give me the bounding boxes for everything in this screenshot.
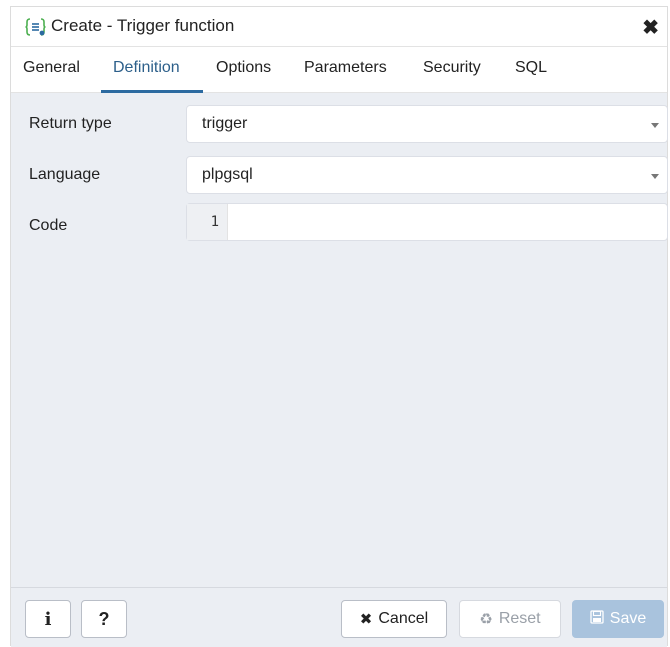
return-type-select[interactable]: trigger: [186, 105, 668, 143]
caret-down-icon: [651, 174, 659, 179]
close-icon[interactable]: ✖: [642, 15, 659, 40]
cancel-button[interactable]: ✖ Cancel: [341, 600, 447, 638]
reset-button[interactable]: ♻ Reset: [459, 600, 561, 638]
x-icon: ✖: [359, 611, 373, 628]
line-number: 1: [210, 214, 219, 230]
tab-options[interactable]: Options: [216, 59, 271, 77]
function-braces-icon: [25, 17, 47, 37]
tab-security[interactable]: Security: [423, 59, 481, 77]
caret-down-icon: [651, 123, 659, 128]
floppy-disk-icon: [590, 610, 604, 628]
recycle-icon: ♻: [479, 611, 493, 628]
info-button[interactable]: i: [25, 600, 71, 638]
dialog-titlebar: Create - Trigger function ✖: [11, 7, 667, 47]
code-gutter: 1: [187, 204, 228, 240]
dialog-footer: i ? ✖ Cancel ♻ Reset Save: [11, 587, 667, 647]
tab-parameters[interactable]: Parameters: [304, 59, 387, 77]
definition-panel: Return type trigger Language plpgsql Cod…: [11, 93, 668, 587]
tab-bar: General Definition Options Parameters Se…: [11, 47, 667, 93]
tab-general[interactable]: General: [23, 59, 80, 77]
info-icon: i: [44, 608, 52, 630]
dialog-title: Create - Trigger function: [51, 16, 235, 35]
language-value: plpgsql: [202, 166, 253, 183]
language-select[interactable]: plpgsql: [186, 156, 668, 194]
save-button[interactable]: Save: [572, 600, 664, 638]
help-button[interactable]: ?: [81, 600, 127, 638]
code-label: Code: [29, 217, 68, 234]
tab-definition[interactable]: Definition: [113, 59, 180, 77]
help-icon: ?: [98, 608, 110, 629]
reset-button-label: Reset: [498, 610, 541, 627]
return-type-label: Return type: [29, 115, 112, 132]
tab-sql[interactable]: SQL: [515, 59, 547, 77]
code-editor[interactable]: 1: [186, 203, 668, 241]
create-trigger-function-dialog: Create - Trigger function ✖ General Defi…: [10, 6, 668, 647]
cancel-button-label: Cancel: [378, 610, 429, 627]
language-label: Language: [29, 166, 101, 183]
return-type-value: trigger: [202, 115, 248, 132]
save-button-label: Save: [609, 610, 647, 627]
